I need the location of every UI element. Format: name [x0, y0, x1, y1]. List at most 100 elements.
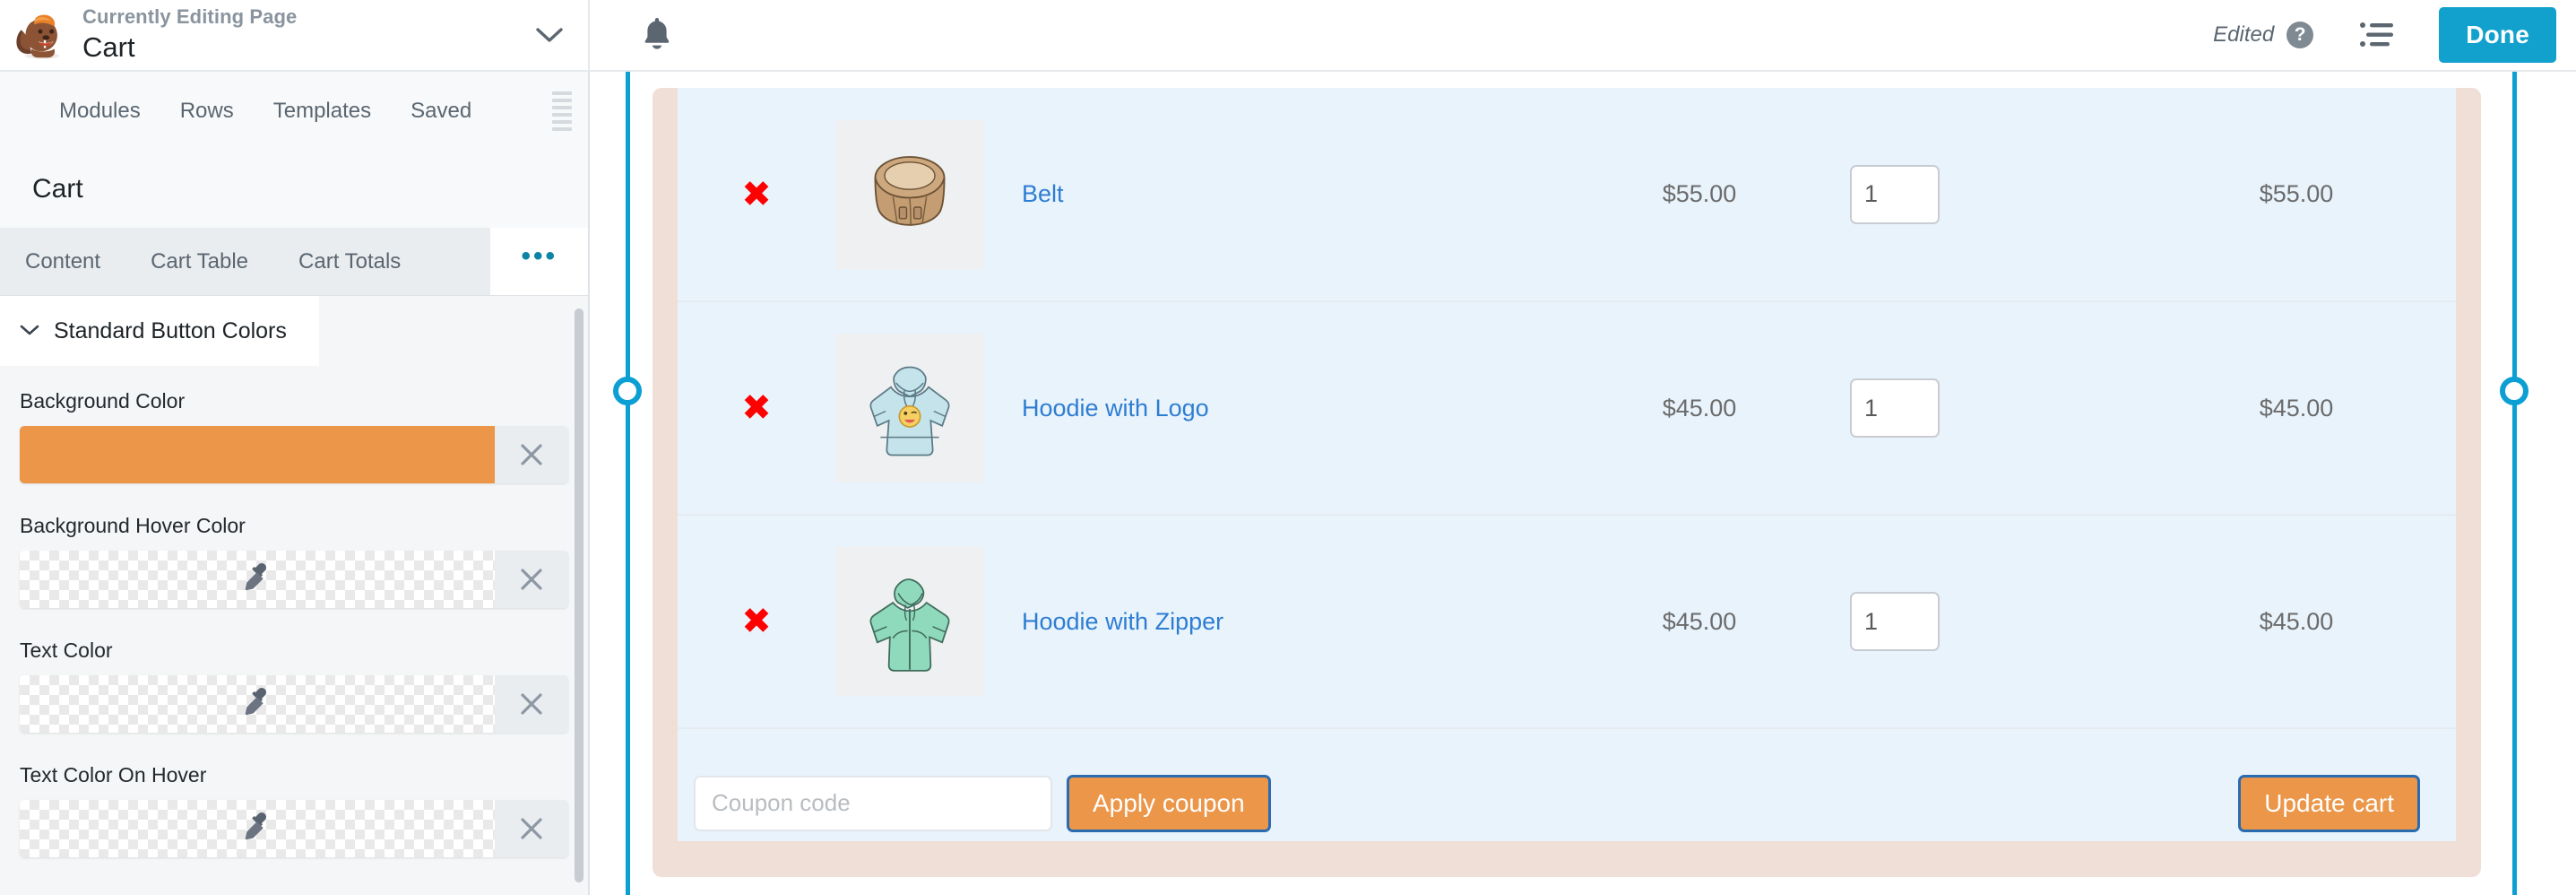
eyedropper-icon	[238, 683, 276, 726]
cart-cell-thumbnail	[835, 301, 1022, 516]
eyedropper-icon	[238, 808, 276, 850]
editing-eyebrow: Currently Editing Page	[82, 4, 298, 28]
top-bar-actions: Edited ? Done	[2213, 0, 2576, 71]
color-swatch-background-color[interactable]	[20, 426, 495, 483]
remove-item-x-icon[interactable]: ✖	[741, 177, 772, 213]
cart-cell-name: Hoodie with Zipper	[1022, 515, 1549, 729]
tab-content[interactable]: Content	[0, 228, 125, 295]
product-link[interactable]: Hoodie with Logo	[1022, 395, 1209, 421]
cart-module: ✖ Belt $55.00 1 $55.00 ✖ Hoodie with Log…	[678, 88, 2456, 841]
cart-cell-subtotal: $45.00	[2137, 301, 2456, 516]
product-subtotal: $55.00	[2259, 180, 2334, 207]
cart-cell-quantity	[1850, 301, 2137, 516]
cart-cell-remove: ✖	[678, 515, 835, 729]
drag-handle-icon[interactable]	[552, 91, 572, 131]
row-highlight-outline: ✖ Belt $55.00 1 $55.00 ✖ Hoodie with Log…	[653, 88, 2481, 877]
field-label: Background Color	[20, 389, 186, 413]
chevron-down-icon[interactable]	[534, 20, 565, 50]
beaver-builder-logo	[13, 7, 68, 63]
apply-coupon-button[interactable]: Apply coupon	[1067, 774, 1271, 832]
sidebar-scrollbar[interactable]	[575, 308, 583, 882]
quantity-input[interactable]	[1850, 164, 1940, 224]
remove-item-x-icon[interactable]: ✖	[741, 390, 772, 426]
cart-cell-subtotal: $45.00	[2137, 515, 2456, 729]
color-picker-row[interactable]	[20, 426, 568, 483]
tab-cart-totals[interactable]: Cart Totals	[273, 228, 426, 295]
product-link[interactable]: Hoodie with Zipper	[1022, 608, 1223, 635]
cart-cell-thumbnail	[835, 88, 1022, 302]
help-question-icon[interactable]: ?	[2286, 22, 2314, 48]
field-label: Text Color On Hover	[20, 763, 207, 786]
row-guide-right	[2512, 72, 2517, 895]
cart-cell-price: $45.00	[1549, 515, 1850, 729]
remove-item-x-icon[interactable]: ✖	[741, 604, 772, 639]
settings-panel-body: Standard Button Colors Background Color …	[0, 296, 588, 895]
color-swatch-background-hover-color[interactable]	[20, 551, 495, 608]
row-guide-left	[626, 72, 630, 895]
sidebar-nav: Modules Rows Templates Saved	[0, 72, 588, 151]
field-background-hover-color: Background Hover Color	[20, 514, 568, 608]
cart-cell-price: $55.00	[1549, 88, 1850, 302]
color-swatch-text-color[interactable]	[20, 675, 495, 733]
notifications-bell-button[interactable]	[590, 0, 724, 71]
update-cart-cell: Update cart	[1549, 728, 2456, 841]
hoodie-with-logo-thumbnail[interactable]	[835, 334, 984, 482]
field-label: Background Hover Color	[20, 514, 246, 537]
belt-thumbnail[interactable]	[835, 119, 984, 269]
close-x-icon[interactable]	[495, 551, 568, 608]
eyedropper-icon	[238, 559, 276, 601]
product-price: $45.00	[1662, 607, 1737, 635]
cart-actions-row: Apply coupon Update cart	[678, 728, 2456, 841]
close-x-icon[interactable]	[495, 426, 568, 483]
update-cart-button[interactable]: Update cart	[2238, 774, 2420, 832]
product-price: $45.00	[1662, 394, 1737, 421]
product-link[interactable]: Belt	[1022, 180, 1064, 207]
quantity-input[interactable]	[1850, 592, 1940, 651]
section-standard-button-colors[interactable]: Standard Button Colors	[0, 296, 319, 366]
coupon-code-input[interactable]	[694, 775, 1052, 831]
top-bar: Currently Editing Page Cart Edited ? Don…	[0, 0, 2576, 72]
more-tabs-label: •••	[521, 240, 558, 271]
field-text-color: Text Color	[20, 639, 568, 733]
module-settings-tabs: Content Cart Table Cart Totals •••	[0, 228, 588, 296]
tab-cart-table[interactable]: Cart Table	[125, 228, 273, 295]
sidebar-nav-templates[interactable]: Templates	[254, 72, 391, 151]
cart-cell-quantity	[1850, 88, 2137, 302]
product-price: $55.00	[1662, 180, 1737, 207]
product-subtotal: $45.00	[2259, 607, 2334, 635]
table-row: ✖	[678, 88, 2456, 302]
quantity-input[interactable]	[1850, 378, 1940, 438]
module-settings-title: Cart	[0, 151, 588, 228]
product-subtotal: $45.00	[2259, 394, 2334, 421]
page-title: Cart	[82, 31, 135, 64]
more-tabs-button[interactable]: •••	[490, 228, 588, 295]
cart-cell-name: Hoodie with Logo	[1022, 301, 1549, 516]
color-fields-list: Background Color Background Hover Color	[0, 366, 588, 857]
color-picker-row[interactable]	[20, 551, 568, 608]
page-canvas: ✖ Belt $55.00 1 $55.00 ✖ Hoodie with Log…	[592, 72, 2576, 895]
sidebar-nav-saved[interactable]: Saved	[391, 72, 491, 151]
cart-cell-subtotal: $55.00	[2137, 88, 2456, 302]
sidebar-nav-rows[interactable]: Rows	[160, 72, 254, 151]
cart-table: ✖ Belt $55.00 1 $55.00 ✖ Hoodie with Log…	[678, 88, 2456, 841]
edited-status: Edited ?	[2213, 22, 2314, 48]
close-x-icon[interactable]	[495, 675, 568, 733]
close-x-icon[interactable]	[495, 800, 568, 857]
outline-list-icon[interactable]	[2353, 15, 2403, 55]
hoodie-with-zipper-thumbnail[interactable]	[835, 547, 984, 696]
cart-cell-remove: ✖	[678, 301, 835, 516]
color-swatch-text-color-on-hover[interactable]	[20, 800, 495, 857]
color-picker-row[interactable]	[20, 675, 568, 733]
row-resize-handle-right[interactable]	[2500, 377, 2528, 405]
cart-cell-remove: ✖	[678, 88, 835, 302]
editing-page-indicator: Currently Editing Page Cart	[0, 0, 590, 71]
table-row: ✖	[678, 515, 2456, 729]
done-button[interactable]: Done	[2439, 7, 2556, 63]
sidebar-nav-modules[interactable]: Modules	[39, 72, 160, 151]
row-resize-handle-left[interactable]	[613, 377, 642, 405]
cart-cell-quantity	[1850, 515, 2137, 729]
field-text-color-on-hover: Text Color On Hover	[20, 763, 568, 857]
table-row: ✖	[678, 301, 2456, 516]
color-picker-row[interactable]	[20, 800, 568, 857]
field-label: Text Color	[20, 639, 113, 662]
